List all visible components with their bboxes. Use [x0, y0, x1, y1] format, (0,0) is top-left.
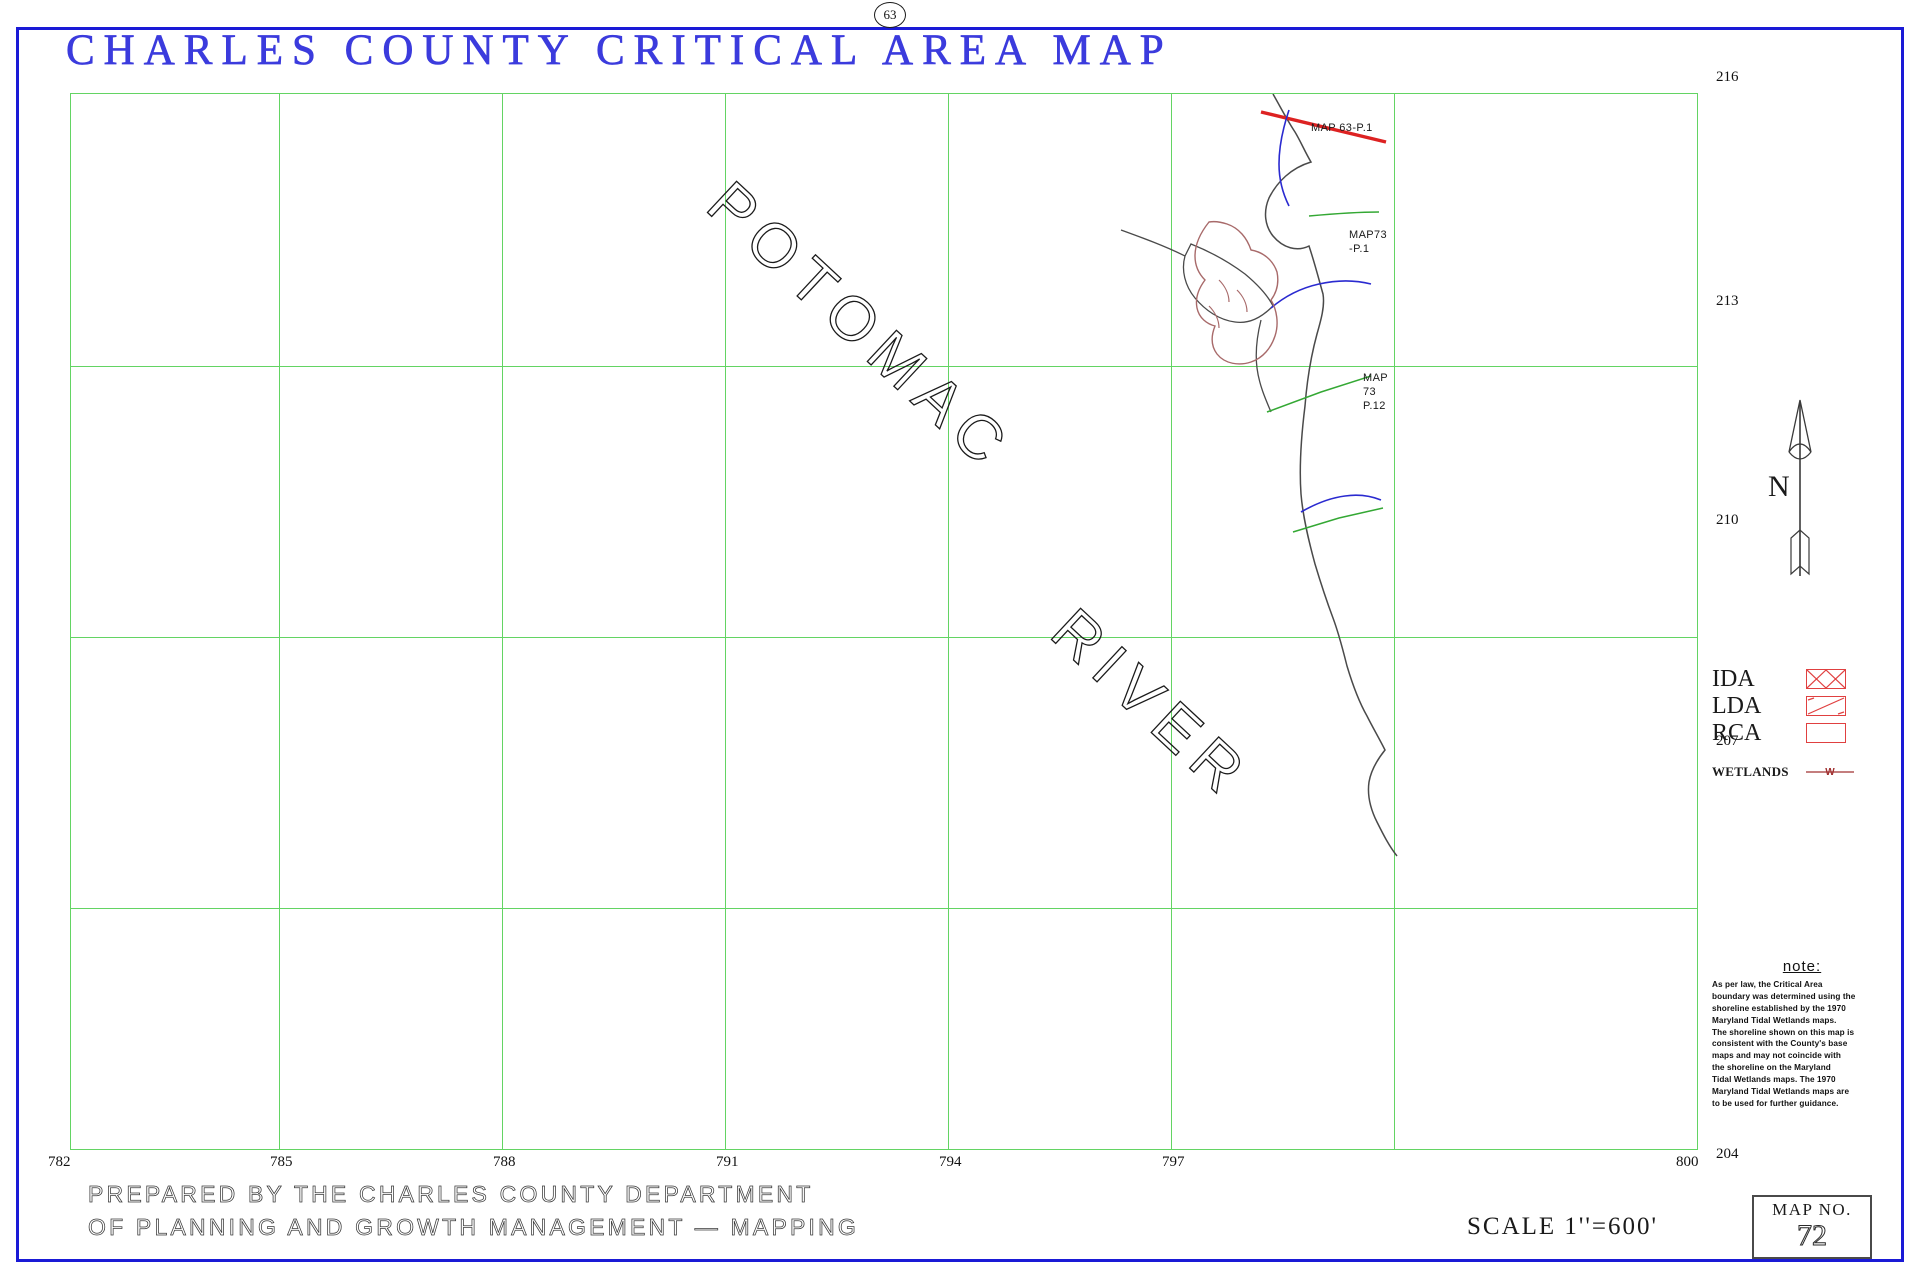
critical-area-blue-lower: [1300, 494, 1382, 513]
note-heading: note:: [1782, 958, 1822, 975]
x-axis-tick: 782: [48, 1154, 71, 1170]
legend-item-rca: RCA: [1712, 720, 1902, 747]
y-axis-tick: 210: [1716, 512, 1739, 528]
legend-label-ida: IDA: [1712, 666, 1755, 692]
note-line: the shoreline on the Maryland: [1712, 1063, 1831, 1073]
note-block: note: As per law, the Critical Area boun…: [1712, 958, 1892, 1110]
legend: IDA LDA RCA WETLANDS W: [1712, 666, 1902, 783]
y-axis-tick: 204: [1716, 1146, 1739, 1162]
wetland-outline-path: [1194, 220, 1279, 365]
note-line: As per law, the Critical Area: [1712, 980, 1823, 989]
credit-line-1: PREPARED BY THE CHARLES COUNTY DEPARTMEN…: [88, 1181, 814, 1208]
legend-swatch-wetlands-line: W: [1806, 763, 1854, 784]
svg-text:W: W: [1825, 767, 1835, 778]
map-number-label: MAP NO.: [1772, 1200, 1852, 1219]
note-line: The shoreline shown on this map is: [1712, 1027, 1855, 1037]
note-line: shoreline established by the 1970: [1712, 1003, 1846, 1013]
map-tile-label-map-63-p1: MAP 63-P.1: [1311, 122, 1373, 134]
note-line: maps and may not coincide with: [1712, 1051, 1842, 1061]
prepared-by-credit: PREPARED BY THE CHARLES COUNTY DEPARTMEN…: [88, 1178, 859, 1245]
page-title: CHARLES COUNTY CRITICAL AREA MAP: [66, 27, 1173, 75]
x-axis-tick: 794: [939, 1154, 962, 1170]
critical-area-green-lower: [1292, 507, 1384, 533]
x-axis-tick: 797: [1162, 1154, 1185, 1170]
legend-swatch-lda-diagonal: [1806, 696, 1846, 716]
sheet-number-badge: 63: [874, 2, 906, 28]
note-line: consistent with the County's base: [1712, 1039, 1848, 1049]
legend-swatch-rca-empty: [1806, 723, 1846, 743]
inlet-outline-path: [1182, 243, 1274, 324]
legend-label-rca: RCA: [1712, 720, 1762, 746]
map-tile-label-map-73-p12: MAP 73 P.12: [1363, 372, 1389, 412]
scale-text: SCALE 1''=600': [1467, 1213, 1659, 1240]
legend-label-lda: LDA: [1712, 693, 1762, 719]
x-axis-tick: 788: [493, 1154, 516, 1170]
note-line: Maryland Tidal Wetlands maps.: [1712, 1015, 1837, 1025]
note-line: Tidal Wetlands maps. The 1970: [1712, 1075, 1836, 1085]
map-tile-label-map-73-p1: MAP73 -P.1: [1349, 229, 1388, 255]
sheet-number-text: 63: [883, 7, 897, 22]
critical-area-green-upper: [1308, 211, 1380, 217]
note-line: to be used for further guidance.: [1712, 1098, 1839, 1108]
map-number-value: 72: [1797, 1219, 1828, 1252]
map-canvas[interactable]: MAP 63-P.1 MAP73 -P.1 MAP 73 P.12: [70, 93, 1698, 1150]
legend-item-wetlands: WETLANDS W: [1712, 759, 1902, 783]
x-axis-tick: 791: [716, 1154, 739, 1170]
note-line: boundary was determined using the: [1712, 991, 1856, 1001]
legend-label-wetlands: WETLANDS: [1712, 764, 1789, 779]
credit-line-2: OF PLANNING AND GROWTH MANAGEMENT — MAPP…: [88, 1214, 860, 1241]
critical-area-blue-upper: [1278, 109, 1290, 207]
shoreline-path: [1264, 94, 1398, 857]
critical-area-green-mid: [1266, 375, 1372, 413]
map-features-layer: [1120, 94, 1398, 857]
x-axis-tick: 800: [1676, 1154, 1699, 1170]
legend-item-lda: LDA: [1712, 693, 1902, 720]
y-axis-tick: 216: [1716, 69, 1739, 85]
legend-swatch-ida-crosshatch: [1806, 669, 1846, 689]
legend-item-ida: IDA: [1712, 666, 1902, 693]
x-axis-tick: 785: [270, 1154, 293, 1170]
y-axis-tick: 213: [1716, 293, 1739, 309]
map-number-box: MAP NO. 72: [1752, 1195, 1872, 1259]
north-arrow-label: N: [1768, 470, 1790, 503]
note-line: Maryland Tidal Wetlands maps are: [1712, 1087, 1850, 1097]
note-body: As per law, the Critical Area boundary w…: [1712, 979, 1892, 1110]
